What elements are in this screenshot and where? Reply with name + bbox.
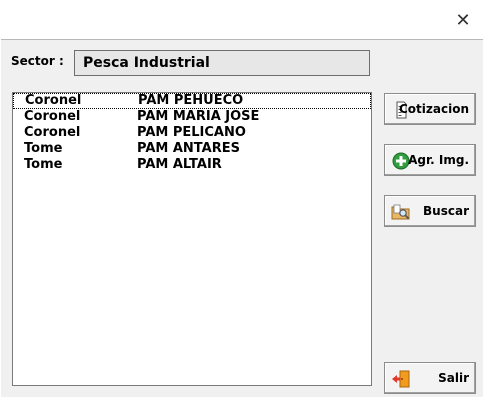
title-bar: ✕ <box>0 0 484 38</box>
list-item-location: Tome <box>24 141 63 156</box>
list-item-vessel: PAM ANTARES <box>137 141 240 156</box>
sector-field: Pesca Industrial <box>74 50 370 76</box>
buscar-label: Buscar <box>423 204 469 218</box>
list-item-vessel: PAM ALTAIR <box>137 157 222 172</box>
salir-button[interactable]: Salir <box>384 362 476 394</box>
close-button[interactable]: ✕ <box>452 10 474 32</box>
list-item-location: Coronel <box>24 125 81 140</box>
list-item[interactable]: Coronel PAM PEHUECO <box>13 93 371 109</box>
list-item-location: Coronel <box>24 109 81 124</box>
buscar-button[interactable]: Buscar <box>384 195 476 227</box>
list-item-vessel: PAM PEHUECO <box>138 93 244 108</box>
list-item[interactable]: Coronel PAM MARIA JOSE <box>13 109 371 125</box>
cotizacion-label: Cotizacion <box>399 102 469 116</box>
list-item-location: Tome <box>24 157 63 172</box>
sector-label: Sector : <box>11 54 64 68</box>
list-item[interactable]: Tome PAM ALTAIR <box>13 157 371 173</box>
agr-img-button[interactable]: Agr. Img. <box>384 144 476 176</box>
cotizacion-button[interactable]: Cotizacion <box>384 93 476 125</box>
list-item-vessel: PAM PELICANO <box>137 125 246 140</box>
form-client-area: Sector : Pesca Industrial Coronel PAM PE… <box>1 39 483 397</box>
list-item-location: Coronel <box>25 93 82 108</box>
list-item[interactable]: Coronel PAM PELICANO <box>13 125 371 141</box>
vessel-listbox[interactable]: Coronel PAM PEHUECO Coronel PAM MARIA JO… <box>12 92 372 386</box>
list-item[interactable]: Tome PAM ANTARES <box>13 141 371 157</box>
list-item-vessel: PAM MARIA JOSE <box>137 109 260 124</box>
folder-search-icon <box>391 204 410 220</box>
exit-door-icon <box>392 370 410 388</box>
salir-label: Salir <box>438 371 469 385</box>
agr-img-label: Agr. Img. <box>408 153 469 167</box>
